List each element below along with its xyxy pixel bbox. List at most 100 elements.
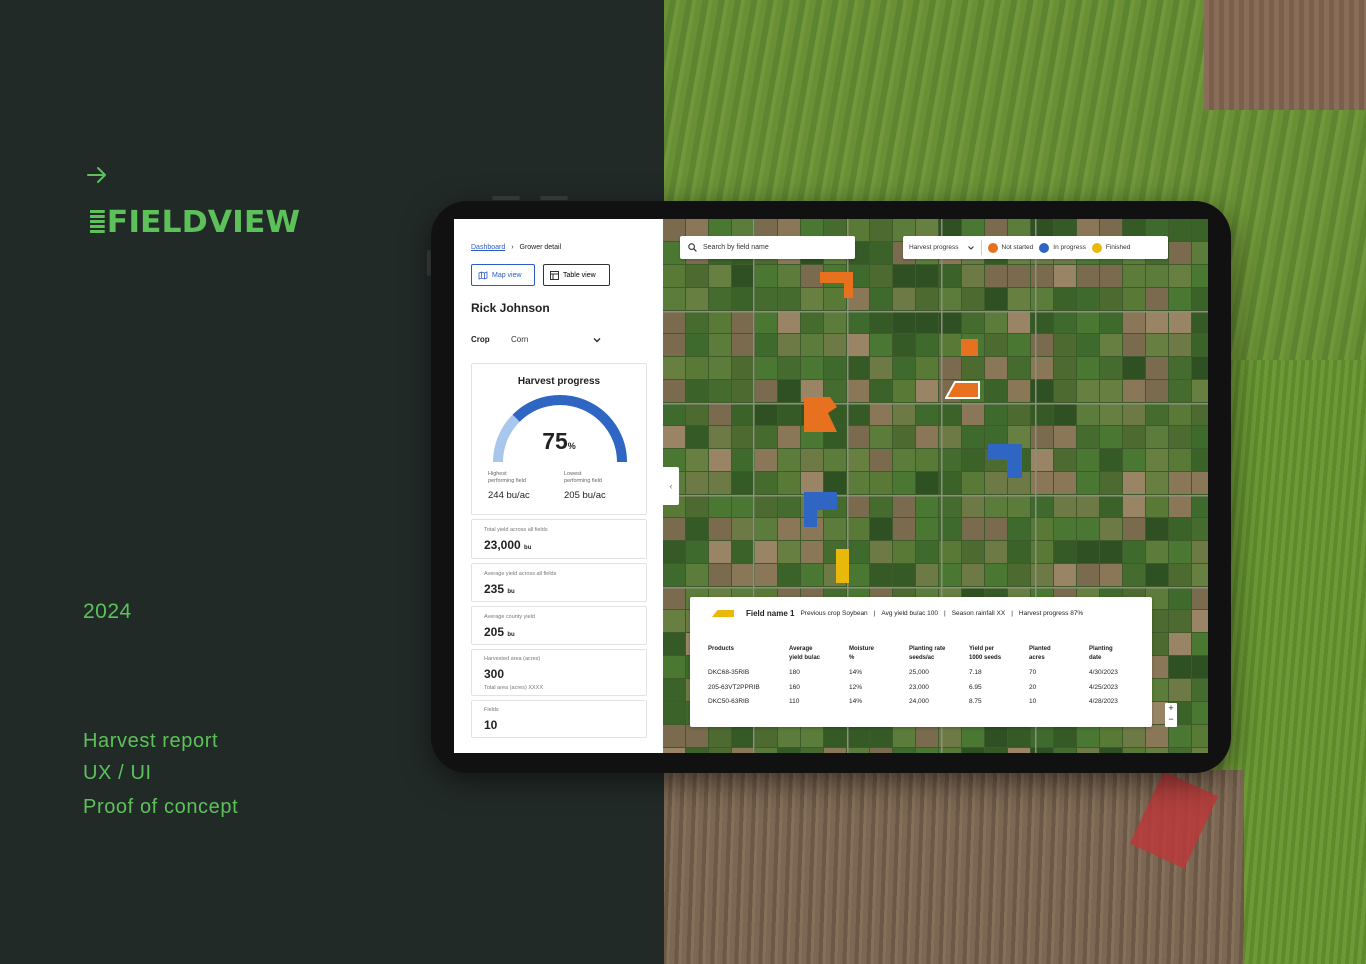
map-tile [663, 564, 685, 586]
map-tile [686, 265, 708, 287]
map-tile [1100, 357, 1122, 379]
map-tile [1169, 288, 1191, 310]
zoom-control[interactable]: + − [1165, 703, 1177, 727]
collapse-panel-button[interactable]: ‹ [663, 467, 679, 505]
map-tile [709, 380, 731, 402]
field-not-started[interactable] [820, 272, 854, 299]
map-tile [1123, 518, 1145, 540]
map-tile [985, 334, 1007, 356]
zoom-out-button[interactable]: − [1165, 714, 1177, 725]
map-tile [1077, 518, 1099, 540]
map-tile [1169, 656, 1191, 678]
map-tile [709, 357, 731, 379]
map-tile [755, 725, 777, 747]
field-avg-yield: Avg yield bu/ac 100 [881, 610, 939, 617]
map-tile [916, 334, 938, 356]
field-not-started[interactable] [804, 397, 838, 433]
map-tile [870, 242, 892, 264]
map-tile [732, 449, 754, 471]
map-tile [1192, 380, 1208, 402]
table-view-button[interactable]: Table view [543, 264, 610, 286]
county-yield-card: Average county yield 205 bu [471, 606, 647, 645]
map-tile [985, 357, 1007, 379]
map-tile [686, 495, 708, 517]
map-tile [755, 541, 777, 563]
map-tile [1077, 495, 1099, 517]
field-rainfall: Season rainfall XX [951, 610, 1006, 617]
map-tile [1008, 748, 1030, 753]
crop-select[interactable]: Corn [511, 335, 528, 344]
map-tile [1169, 518, 1191, 540]
map-tile [893, 311, 915, 333]
finished-dot [1091, 242, 1102, 253]
chevron-down-icon[interactable] [593, 336, 601, 344]
map-tile [916, 518, 938, 540]
field-map[interactable]: Search by field name Harvest progress No… [663, 219, 1208, 753]
field-in-progress[interactable] [804, 492, 838, 528]
field-finished[interactable] [836, 549, 850, 584]
map-tile [985, 748, 1007, 753]
map-tile [755, 449, 777, 471]
tablet-button [492, 196, 520, 200]
map-tile [1100, 265, 1122, 287]
map-tile [1077, 748, 1099, 753]
map-tile [870, 334, 892, 356]
harvest-progress-filter[interactable]: Harvest progress [909, 244, 959, 251]
map-tile [732, 472, 754, 494]
map-tile [709, 748, 731, 753]
map-tile [778, 265, 800, 287]
table-cell: 12% [849, 683, 863, 691]
map-tile [709, 426, 731, 448]
total-yield-value: 23,000 bu [484, 538, 532, 552]
map-tile [1031, 495, 1053, 517]
fields-value: 10 [484, 718, 498, 732]
field-in-progress[interactable] [988, 444, 1024, 479]
map-tile [824, 748, 846, 753]
field-selected[interactable] [945, 377, 981, 399]
table-cell: 4/25/2023 [1089, 683, 1118, 691]
map-tile [686, 725, 708, 747]
map-tile [732, 495, 754, 517]
total-yield-label: Total yield across all fields [484, 527, 548, 533]
zoom-in-button[interactable]: + [1165, 703, 1177, 714]
map-tile [847, 426, 869, 448]
field-search-input[interactable]: Search by field name [680, 236, 855, 259]
field-not-started[interactable] [961, 339, 979, 357]
map-tile [1146, 725, 1168, 747]
map-tile [1031, 311, 1053, 333]
table-header: Products [708, 646, 735, 652]
map-tile [962, 449, 984, 471]
breadcrumb-dashboard-link[interactable]: Dashboard [471, 244, 505, 251]
chevron-down-icon[interactable] [967, 244, 975, 252]
county-yield-value: 205 bu [484, 625, 515, 639]
map-tile [1031, 472, 1053, 494]
map-tile [847, 518, 869, 540]
map-tile [893, 564, 915, 586]
map-tile [1169, 265, 1191, 287]
map-tile [1031, 357, 1053, 379]
map-tile [1192, 702, 1208, 724]
map-tile [916, 564, 938, 586]
map-tile [824, 357, 846, 379]
field-shape-icon [712, 610, 734, 617]
map-tile [1100, 518, 1122, 540]
year-label: 2024 [83, 600, 132, 623]
map-tile [1146, 518, 1168, 540]
map-view-button[interactable]: Map view [471, 264, 535, 286]
map-tile [1123, 311, 1145, 333]
map-tile [1169, 541, 1191, 563]
map-tile [1169, 357, 1191, 379]
map-tile [1077, 334, 1099, 356]
map-tile [1077, 449, 1099, 471]
map-tile [1169, 426, 1191, 448]
map-tile [1123, 426, 1145, 448]
map-tile [1146, 357, 1168, 379]
map-tile [732, 265, 754, 287]
map-tile [1146, 288, 1168, 310]
map-tile [1146, 426, 1168, 448]
map-tile [663, 334, 685, 356]
map-tile [1031, 403, 1053, 425]
map-tile [1100, 564, 1122, 586]
map-tile [1169, 472, 1191, 494]
map-tile [1054, 748, 1076, 753]
